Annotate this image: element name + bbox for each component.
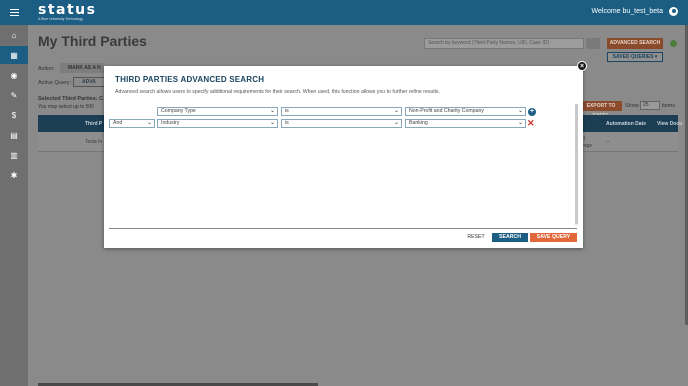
reports-icon[interactable]: ▥ [0,146,28,164]
saved-queries-button[interactable]: SAVED QUERIES ▾ [607,52,663,62]
chevron-down-icon: ⌄ [517,108,523,114]
settings-icon[interactable]: ✱ [0,166,28,184]
finance-icon[interactable]: $ [0,106,28,124]
modal-description: Advanced search allows users to specify … [115,89,440,95]
add-row-icon[interactable]: + [528,108,536,116]
row-name[interactable]: Tesla In [85,139,102,145]
logo-subtitle: A Blue University Technology [38,17,84,21]
home-icon[interactable]: ⌂ [0,26,28,44]
chevron-down-icon: ⌄ [269,120,275,126]
menu-icon[interactable] [0,0,28,25]
search-button[interactable]: SEARCH [492,233,528,242]
reset-button[interactable]: RESET [462,233,490,242]
page-size-select[interactable]: 25 [640,101,660,110]
field-select-1[interactable]: Company Type ⌄ [157,107,278,116]
modal-scrollbar-thumb[interactable] [575,104,578,224]
operator-select-1[interactable]: is ⌄ [281,107,402,116]
column-view-docs[interactable]: View Docu [657,121,682,127]
row-cell-c: -- [606,139,610,145]
modal-divider [109,228,577,229]
show-label: Show [625,103,639,109]
assessments-icon[interactable]: ✎ [0,86,28,104]
user-icon[interactable] [669,7,678,16]
monitor-icon[interactable]: ◉ [0,66,28,84]
column-automation-date[interactable]: Automation Date [606,121,646,127]
advanced-search-button[interactable]: ADVANCED SEARCH [607,38,663,49]
modal-title: THIRD PARTIES ADVANCED SEARCH [115,75,265,84]
chevron-down-icon: ⌄ [393,108,399,114]
chevron-down-icon: ⌄ [393,120,399,126]
operator-select-2[interactable]: is ⌄ [281,119,402,128]
welcome-text: Welcome bu_test_beta [591,8,663,15]
active-query-chip[interactable]: ADVA [73,77,105,87]
column-third-party[interactable]: Third P [85,121,102,127]
keyword-search-input[interactable]: Search by keyword (Third Party Names, UI… [424,38,584,49]
chevron-down-icon: ⌄ [146,120,152,126]
select-limit-text: You may select up to 500 [38,104,94,110]
save-query-button[interactable]: SAVE QUERY [530,233,577,242]
chevron-down-icon: ⌄ [517,120,523,126]
items-label: items [662,103,676,109]
page-title: My Third Parties [38,33,147,49]
third-parties-icon[interactable]: ▦ [0,46,28,64]
active-query-label: Active Query: [38,80,72,86]
remove-row-icon[interactable]: ✕ [527,118,535,128]
selected-third-parties: Selected Third Parties: C [38,96,104,102]
documents-icon[interactable]: ▤ [0,126,28,144]
row-cell-b: orge [582,143,593,149]
add-icon[interactable] [670,40,677,47]
field-select-2[interactable]: Industry ⌄ [157,119,278,128]
mark-as-button[interactable]: MARK AS A N [60,63,104,73]
action-label: Action: [38,66,55,72]
connector-select-2[interactable]: And ⌄ [109,119,155,128]
top-bar [0,0,688,25]
value-select-1[interactable]: Non-Profit and Charity Company ⌄ [405,107,526,116]
search-icon[interactable] [586,38,600,49]
chevron-down-icon: ⌄ [269,108,275,114]
value-select-2[interactable]: Banking ⌄ [405,119,526,128]
close-icon[interactable]: × [577,61,587,71]
app-logo[interactable]: status [38,3,96,17]
export-excel-button[interactable]: EXPORT TO EXCEL [580,101,622,119]
